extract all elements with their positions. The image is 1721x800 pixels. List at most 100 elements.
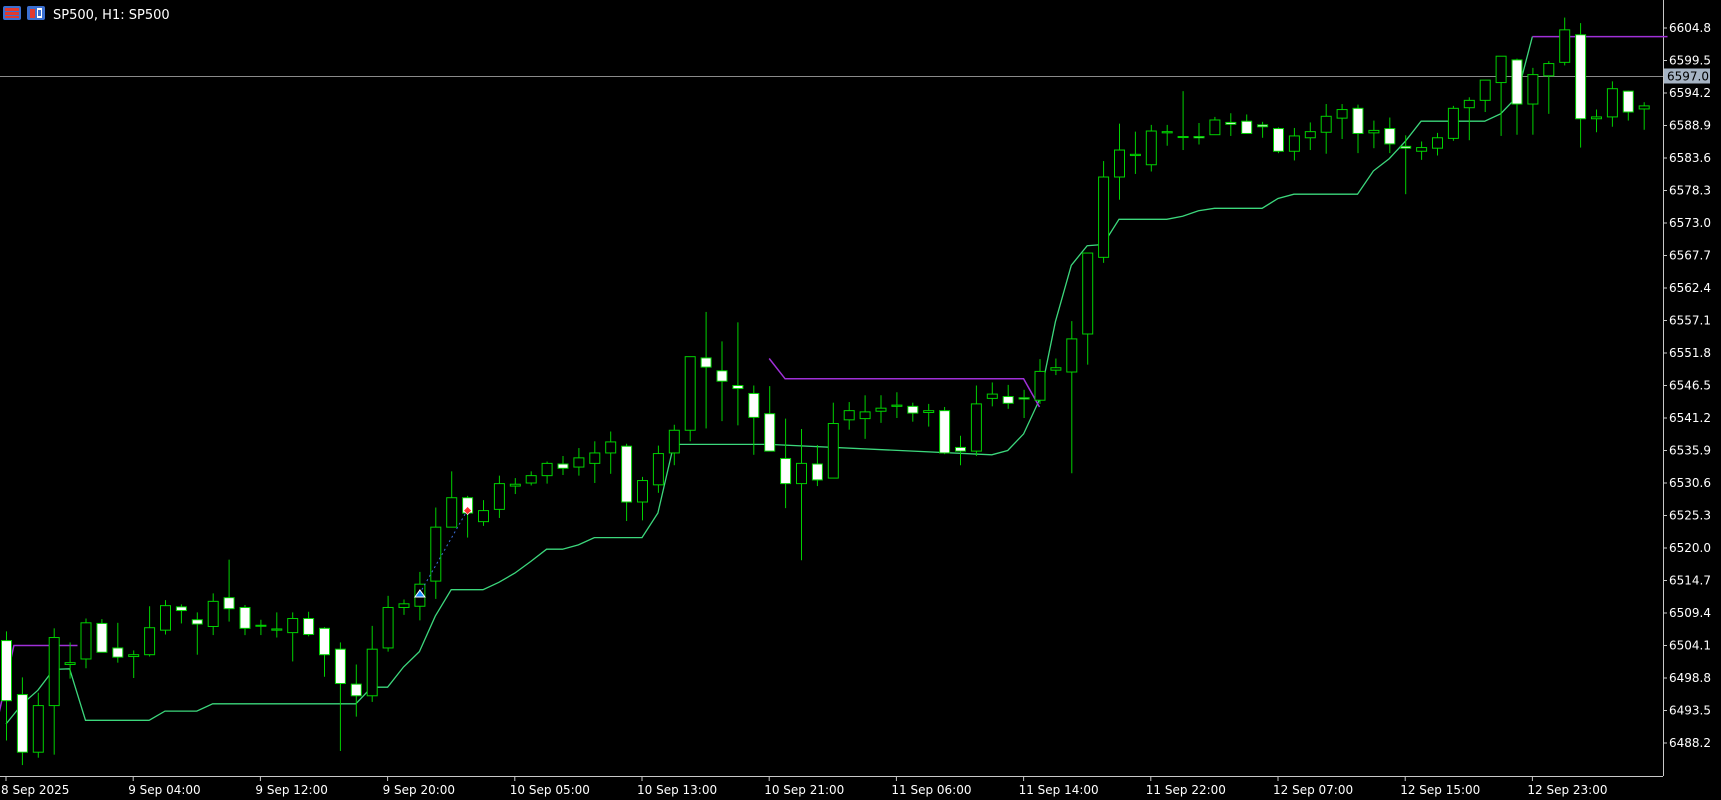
candle-body-bear (191, 619, 203, 625)
candle (1018, 389, 1030, 418)
candle-body-bear (334, 648, 346, 685)
x-tick-label: 11 Sep 06:00 (891, 783, 971, 797)
candle-body-bear (1575, 34, 1587, 120)
candle (271, 612, 283, 638)
candle (1527, 67, 1539, 135)
candle (1177, 91, 1189, 151)
candle (907, 402, 919, 422)
candle-body-bull (1145, 130, 1157, 166)
y-tick-label: 6578.3 (1669, 184, 1711, 198)
candles (1, 17, 1650, 766)
candle-body-bull (1543, 63, 1555, 77)
candle-body-bull (80, 622, 92, 660)
candle (1543, 61, 1555, 114)
candle-body-bear (557, 463, 569, 469)
candle-body-bull (525, 475, 537, 484)
candle (796, 429, 807, 561)
candle (700, 311, 712, 429)
candle (1145, 124, 1157, 172)
price-chart[interactable]: 6604.8 6599.5 6594.2 6588.9 6583.6 6578.3 6573… (0, 0, 1721, 800)
candle (430, 507, 442, 599)
y-tick-label: 6509.4 (1669, 606, 1711, 620)
candle (859, 395, 871, 439)
y-tick-label: 6557.1 (1669, 314, 1711, 328)
candle-body-bull (128, 654, 140, 658)
x-tick-label: 10 Sep 21:00 (764, 783, 844, 797)
candle (1336, 104, 1348, 139)
candle-body-bull (684, 356, 696, 431)
candle (843, 402, 855, 430)
candle (1416, 141, 1428, 160)
candle-body-bear (700, 357, 712, 368)
candle (573, 448, 585, 476)
x-tick-label: 11 Sep 14:00 (1019, 783, 1099, 797)
candle (1066, 321, 1078, 474)
candle-body-bull (923, 410, 935, 413)
candle (1114, 123, 1125, 200)
candle (1575, 23, 1587, 148)
candle-body-bull (1066, 338, 1078, 373)
candle (1479, 79, 1491, 113)
candle (780, 418, 792, 509)
candle (303, 611, 315, 637)
chart-window[interactable]: SP500, H1: SP500 6604.8 6599.5 6594.2 6588.… (0, 0, 1721, 800)
candle-body-bull (1432, 137, 1443, 149)
candle (1622, 90, 1634, 121)
candle-body-bear (1384, 128, 1396, 145)
candle-body-bull (1209, 119, 1221, 136)
x-tick-label: 9 Sep 04:00 (128, 783, 200, 797)
candle (160, 600, 171, 635)
candle-body-bull (1050, 367, 1062, 371)
candle-body-bull (891, 404, 903, 407)
candle (970, 385, 982, 457)
candle (1606, 81, 1618, 127)
candle-body-bull (843, 410, 855, 421)
candle (1304, 122, 1316, 151)
y-tick-label: 6546.5 (1669, 379, 1711, 393)
candle-body-bull (1559, 29, 1571, 63)
candle-body-bull (637, 480, 648, 503)
chart-grid-icon[interactable] (2, 5, 22, 25)
candle (350, 664, 362, 717)
candle-body-bull (509, 483, 521, 487)
candle-body-bull (1463, 99, 1475, 109)
candle-body-bear (1241, 120, 1253, 134)
candle (1082, 252, 1094, 365)
candle-body-bull (1447, 107, 1459, 139)
current-price-label: 6597.0 (1667, 70, 1709, 84)
candle (716, 341, 728, 422)
candle (1559, 17, 1571, 66)
candle (1193, 123, 1205, 145)
candle-body-bear (1400, 145, 1412, 149)
candle-body-bull (1034, 370, 1046, 401)
candle-body-bull (1114, 149, 1125, 178)
y-tick-label: 6535.9 (1669, 444, 1711, 458)
candle-body-bull (64, 662, 76, 666)
candle (652, 445, 664, 493)
candle-body-bear (112, 647, 124, 658)
x-tick-label: 11 Sep 22:00 (1146, 783, 1226, 797)
candle-body-bull (144, 627, 156, 656)
candle-body-bull (1591, 116, 1602, 120)
candle-body-bull (1638, 105, 1650, 110)
candle-body-bull (382, 606, 394, 649)
candle (96, 619, 108, 653)
candle-body-bull (970, 403, 982, 452)
candle-body-bear (732, 385, 744, 390)
candle-body-bear (780, 457, 792, 485)
x-tick-label: 10 Sep 05:00 (510, 783, 590, 797)
candle (1257, 121, 1269, 138)
y-tick-label: 6588.9 (1669, 119, 1711, 133)
candle-body-bull (986, 393, 998, 399)
one-click-trading-icon[interactable] (26, 5, 46, 25)
candle-body-bear (1002, 396, 1014, 404)
candle (1034, 359, 1046, 404)
candle (478, 500, 489, 526)
candle (1161, 124, 1173, 146)
candle-body-bull (1177, 136, 1189, 139)
candle-body-bear (955, 446, 966, 452)
candle-body-bull (1527, 74, 1539, 105)
candle-body-bear (175, 606, 187, 612)
candle-body-bull (271, 628, 283, 631)
candle (398, 599, 410, 615)
